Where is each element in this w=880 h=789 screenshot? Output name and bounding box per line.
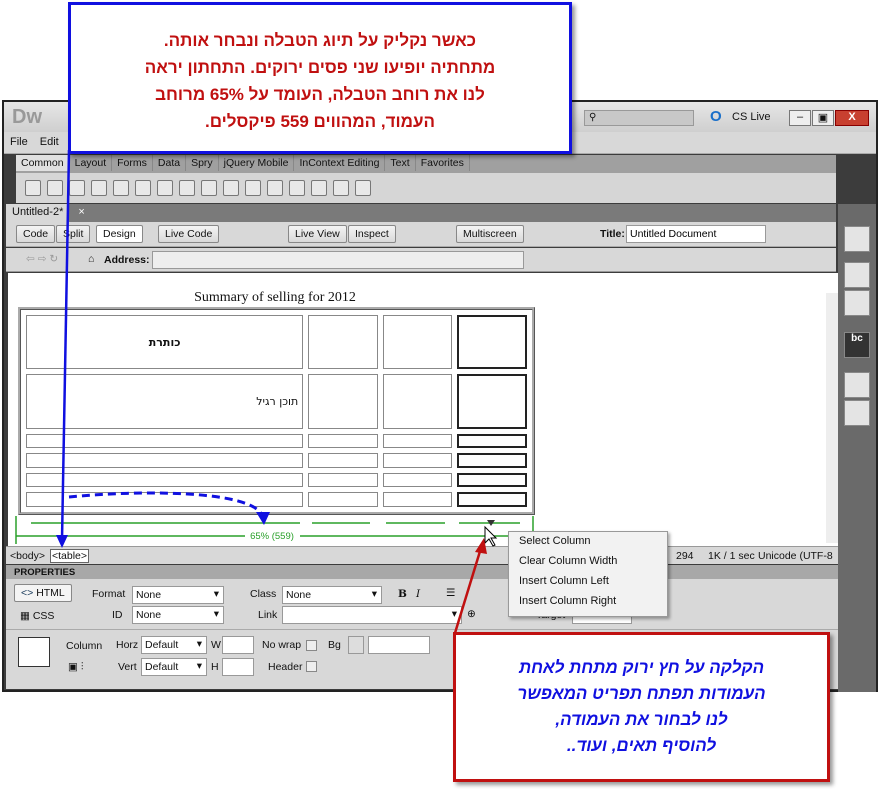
mouse-cursor-icon (484, 525, 498, 547)
callout-bottom-line: הקלקה על חץ ירוק מתחת לאחת (518, 658, 765, 677)
arrow-to-table-tag (60, 149, 71, 541)
callout-bottom-line: לנו לבחור את העמודה, (555, 710, 728, 729)
menu-insert-column-left[interactable]: Insert Column Left (509, 572, 667, 592)
callout-top-line: מתחתיה יופיעו שני פסים ירוקים. התחתון יר… (144, 58, 496, 77)
menu-insert-column-right[interactable]: Insert Column Right (509, 592, 667, 612)
callout-top-line: כאשר נקליק על תיוג הטבלה ונבחר אותה. (163, 31, 477, 50)
arrow-to-column-menu (453, 547, 483, 634)
table-width-label[interactable]: 65% (559) (250, 531, 294, 542)
callout-table-tag: כאשר נקליק על תיוג הטבלה ונבחר אותה. מתח… (68, 2, 572, 154)
arrow-to-width-bar (68, 491, 264, 516)
callout-top-line: העמוד, המהווים 559 פיקסלים. (205, 112, 435, 131)
callout-bottom-line: העמודות תפתח תפריט המאפשר (517, 684, 766, 703)
callout-bottom-line: להוסיף תאים, ועוד.. (566, 736, 717, 755)
callout-column-menu: הקלקה על חץ ירוק מתחת לאחת העמודות תפתח … (453, 632, 830, 782)
menu-clear-column-width[interactable]: Clear Column Width (509, 552, 667, 572)
callout-top-line: לנו את רוחב הטבלה, העומד על 65% מרוחב (155, 85, 485, 104)
menu-select-column[interactable]: Select Column (509, 532, 667, 552)
column-context-menu: Select Column Clear Column Width Insert … (508, 531, 668, 617)
